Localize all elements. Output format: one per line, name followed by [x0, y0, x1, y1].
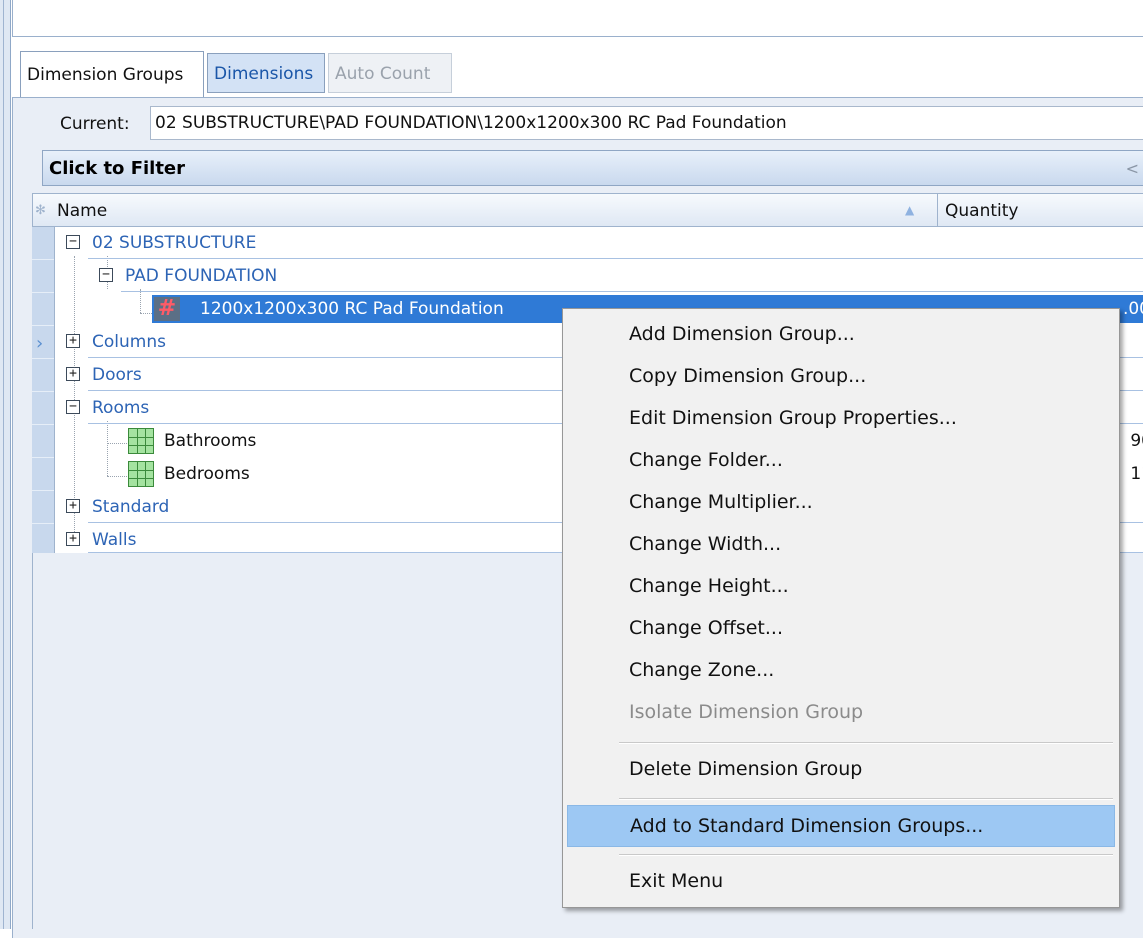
folder-label: Rooms [92, 398, 150, 418]
menu-item-exit-menu[interactable]: Exit Menu [567, 862, 1115, 900]
menu-item-isolate-dimension-group: Isolate Dimension Group [629, 701, 864, 723]
hash-icon: # [154, 297, 180, 321]
quantity-value: 90 [1130, 431, 1143, 451]
quantity-value: 11 [1130, 464, 1143, 484]
grid-area-icon [128, 461, 154, 487]
new-row-star-icon: ✻ [35, 203, 46, 218]
current-path-field[interactable]: 02 SUBSTRUCTURE\PAD FOUNDATION\1200x1200… [150, 106, 1143, 140]
menu-item-copy-dimension-group[interactable]: Copy Dimension Group... [567, 357, 1115, 395]
column-header-name[interactable]: Name [57, 201, 107, 221]
tab-auto-count: Auto Count [328, 53, 452, 93]
current-label: Current: [60, 114, 130, 134]
top-panel [12, 0, 1143, 37]
menu-item-change-height[interactable]: Change Height... [567, 567, 1115, 605]
grid-left-border [32, 553, 33, 929]
dimension-group-label: 1200x1200x300 RC Pad Foundation [200, 299, 504, 319]
window-left-border [0, 0, 11, 929]
folder-label: PAD FOUNDATION [125, 266, 278, 286]
folder-label: Standard [92, 497, 170, 517]
menu-separator [619, 854, 1113, 856]
folder-label: Walls [92, 530, 137, 550]
quantity-value: .00 [1122, 299, 1143, 319]
tree-row-02-substructure[interactable]: − 02 SUBSTRUCTURE [54, 227, 1143, 259]
menu-item-edit-properties[interactable]: Edit Dimension Group Properties... [567, 399, 1115, 437]
expand-icon[interactable]: + [66, 334, 80, 348]
tab-dimensions[interactable]: Dimensions [207, 53, 325, 93]
column-separator[interactable] [937, 194, 938, 227]
menu-item-add-to-standard[interactable]: Add to Standard Dimension Groups... [567, 805, 1115, 847]
folder-label: Columns [92, 332, 166, 352]
menu-item-change-zone[interactable]: Change Zone... [567, 651, 1115, 689]
dimension-group-label: Bathrooms [164, 431, 257, 451]
folder-label: 02 SUBSTRUCTURE [92, 233, 257, 253]
filter-bar[interactable]: Click to Filter < [42, 150, 1143, 186]
expand-icon[interactable]: + [66, 367, 80, 381]
dimension-group-label: Bedrooms [164, 464, 250, 484]
collapse-icon[interactable]: − [66, 235, 80, 249]
filter-label: Click to Filter [49, 158, 186, 179]
expand-icon[interactable]: + [66, 532, 80, 546]
expand-icon[interactable]: + [66, 499, 80, 513]
menu-separator [619, 742, 1113, 744]
menu-item-change-multiplier[interactable]: Change Multiplier... [567, 483, 1115, 521]
grid-area-icon [128, 428, 154, 454]
collapse-icon[interactable]: − [99, 268, 113, 282]
collapse-arrow-icon[interactable]: < [1126, 159, 1139, 178]
sort-ascending-icon: ▲ [905, 203, 915, 217]
row-pointer-icon: › [36, 333, 44, 354]
menu-item-change-offset[interactable]: Change Offset... [567, 609, 1115, 647]
menu-item-change-folder[interactable]: Change Folder... [567, 441, 1115, 479]
menu-separator [619, 798, 1113, 800]
row-indicator-column: › [32, 227, 55, 553]
menu-item-change-width[interactable]: Change Width... [567, 525, 1115, 563]
context-menu: Add Dimension Group... Copy Dimension Gr… [562, 308, 1120, 908]
folder-label: Doors [92, 365, 142, 385]
menu-item-add-dimension-group[interactable]: Add Dimension Group... [567, 315, 1115, 353]
tree-row-pad-foundation[interactable]: − PAD FOUNDATION [54, 260, 1143, 292]
tab-dimension-groups[interactable]: Dimension Groups [20, 51, 204, 97]
column-header-quantity[interactable]: Quantity [945, 201, 1018, 221]
grid-header: ✻ Name ▲ Quantity [32, 193, 1143, 227]
menu-item-delete-dimension-group[interactable]: Delete Dimension Group [567, 750, 1115, 788]
collapse-icon[interactable]: − [66, 400, 80, 414]
